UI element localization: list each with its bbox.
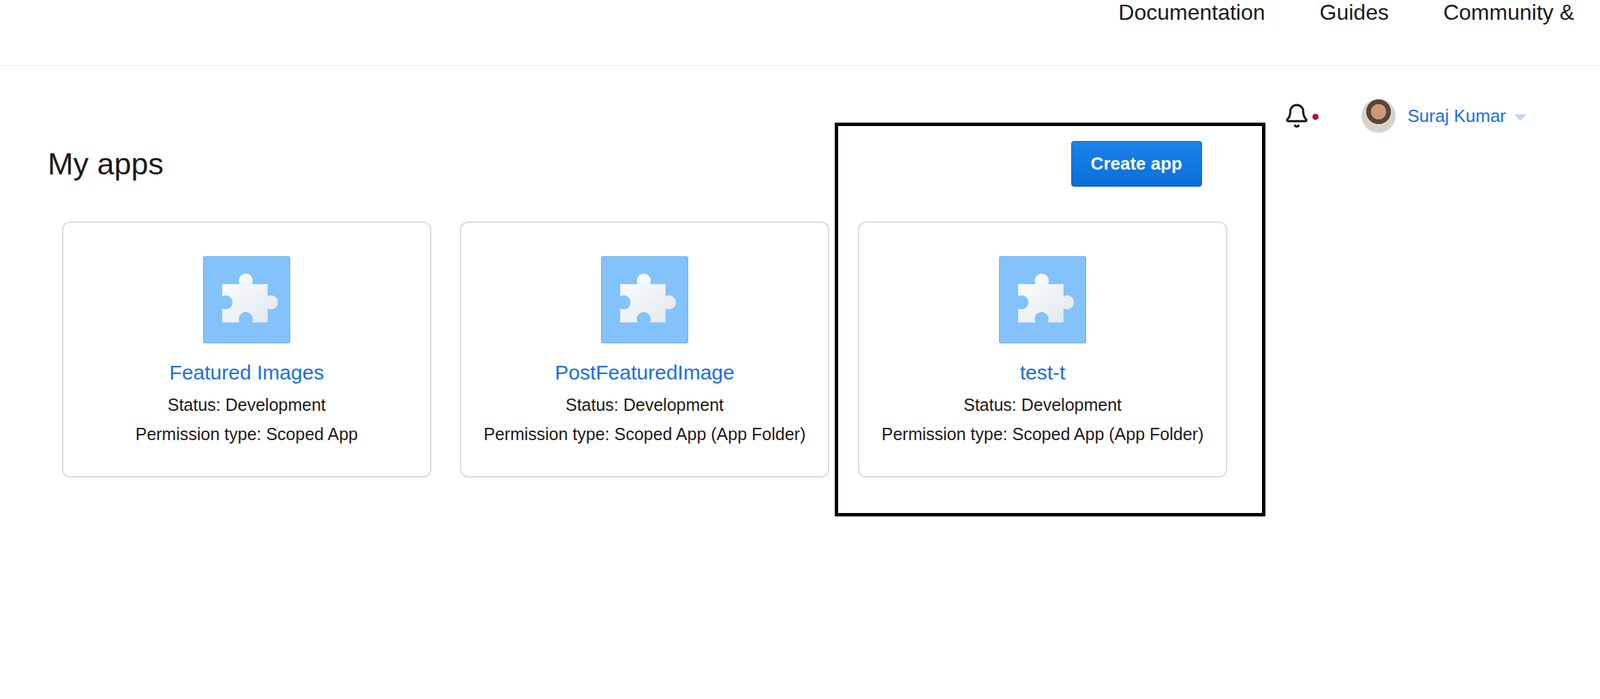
app-permission: Permission type: Scoped App bbox=[135, 419, 359, 450]
puzzle-icon bbox=[998, 256, 1087, 344]
user-bar: Suraj Kumar bbox=[0, 98, 1600, 133]
app-name[interactable]: Featured Images bbox=[169, 359, 325, 387]
page-title: My apps bbox=[47, 145, 164, 183]
app-name[interactable]: PostFeaturedImage bbox=[554, 359, 734, 387]
top-nav: Documentation Guides Community & bbox=[0, 0, 1600, 67]
nav-link[interactable]: Guides bbox=[1319, 0, 1389, 25]
unread-dot bbox=[1312, 113, 1319, 120]
app-name[interactable]: test-t bbox=[1020, 359, 1066, 387]
nav-link[interactable]: Community & bbox=[1443, 0, 1575, 25]
content: My apps Create app Featured Images Status: … bbox=[0, 141, 1600, 478]
app-status: Status: Development bbox=[565, 390, 724, 420]
bell-icon bbox=[1283, 102, 1310, 129]
app-grid: Featured ImagesStatus: DevelopmentPermis… bbox=[62, 221, 1600, 478]
notifications-button[interactable] bbox=[1283, 102, 1311, 130]
puzzle-icon bbox=[203, 256, 291, 344]
dropdown-caret-icon[interactable] bbox=[1514, 114, 1527, 121]
app-card[interactable]: Featured Images Status: DevelopmentPermis… bbox=[62, 221, 432, 478]
user-name[interactable]: Suraj Kumar bbox=[1407, 104, 1507, 127]
apps-page: Documentation Guides Community & Suraj Kuma… bbox=[0, 0, 1600, 699]
app-status: Status: Development bbox=[963, 390, 1122, 420]
app-permission: Permission type: Scoped App (App Folder) bbox=[483, 419, 806, 450]
app-card[interactable]: PostFeaturedImage Status: DevelopmentPerm… bbox=[459, 221, 830, 478]
app-status: Status: Development bbox=[167, 390, 326, 420]
create-app-button[interactable]: Create app bbox=[1071, 141, 1203, 187]
nav-link[interactable]: Documentation bbox=[1118, 0, 1265, 25]
highlight-box bbox=[834, 122, 1266, 517]
app-card[interactable]: test-t Status: DevelopmentPermission type… bbox=[857, 221, 1228, 478]
app-permission: Permission type: Scoped App (App Folder) bbox=[881, 419, 1204, 450]
user-avatar[interactable] bbox=[1361, 98, 1396, 133]
puzzle-icon bbox=[601, 256, 689, 344]
title-row: My apps Create app bbox=[47, 141, 1203, 187]
